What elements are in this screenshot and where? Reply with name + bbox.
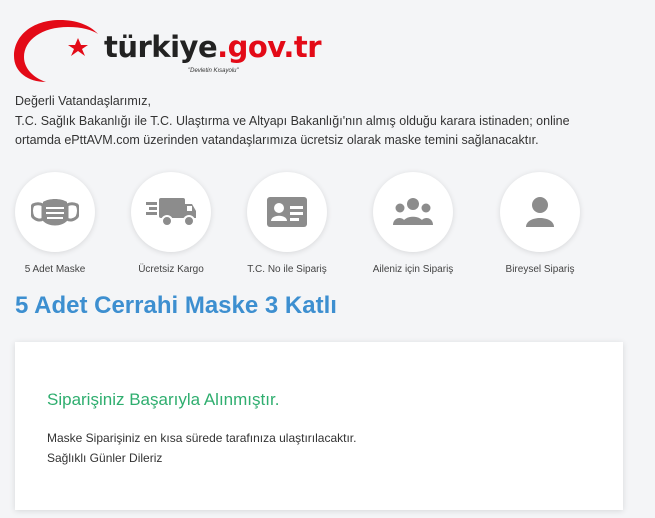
user-icon: [526, 197, 554, 227]
order-success-title: Siparişiniz Başarıyla Alınmıştır.: [47, 390, 280, 409]
crescent-star-logo-icon: [14, 20, 98, 82]
mask-icon: [31, 199, 79, 226]
intro-text: Değerli Vatandaşlarımız, T.C. Sağlık Bak…: [15, 92, 615, 151]
intro-greeting: Değerli Vatandaşlarımız,: [15, 94, 151, 108]
feature-mask-label[interactable]: 5 Adet Maske: [0, 264, 115, 275]
intro-line-2: ortamda ePttAVM.com üzerinden vatandaşla…: [15, 133, 539, 147]
order-success-message: Maske Siparişiniz en kısa sürede tarafın…: [47, 429, 356, 468]
logo-wordmark: türkiye.gov.tr: [104, 30, 322, 64]
feature-individual-order-circle[interactable]: [500, 172, 580, 252]
feature-mask[interactable]: 5 Adet Maske: [0, 172, 115, 275]
feature-family-order-circle[interactable]: [373, 172, 453, 252]
truck-icon: [146, 198, 196, 227]
feature-individual-order[interactable]: Bireysel Sipariş: [480, 172, 600, 275]
feature-family-order-label[interactable]: Aileniz için Sipariş: [353, 264, 473, 275]
feature-list: 5 Adet Maske Ücretsiz Kargo T.C. No ile …: [0, 172, 655, 282]
intro-line-1: T.C. Sağlık Bakanlığı ile T.C. Ulaştırma…: [15, 113, 570, 128]
logo-brand-gov: .gov.tr: [217, 30, 322, 64]
feature-mask-circle[interactable]: [15, 172, 95, 252]
feature-tc-order-circle[interactable]: [247, 172, 327, 252]
feature-tc-order-label[interactable]: T.C. No ile Sipariş: [227, 264, 347, 275]
order-message-line-1: Maske Siparişiniz en kısa sürede tarafın…: [47, 431, 357, 445]
logo-brand-main: türkiye: [104, 30, 218, 64]
turkiye-gov-logo[interactable]: türkiye.gov.tr "Devletin Kısayolu": [12, 14, 322, 86]
feature-free-shipping-circle[interactable]: [131, 172, 211, 252]
feature-family-order[interactable]: Aileniz için Sipariş: [353, 172, 473, 275]
order-result-card: Siparişiniz Başarıyla Alınmıştır. Maske …: [15, 342, 623, 510]
logo-slogan: "Devletin Kısayolu": [188, 68, 239, 74]
feature-free-shipping-label[interactable]: Ücretsiz Kargo: [111, 264, 231, 275]
feature-tc-order[interactable]: T.C. No ile Sipariş: [227, 172, 347, 275]
product-title: 5 Adet Cerrahi Maske 3 Katlı: [15, 292, 337, 319]
order-message-line-2: Sağlıklı Günler Dileriz: [47, 450, 163, 465]
feature-free-shipping[interactable]: Ücretsiz Kargo: [111, 172, 231, 275]
feature-individual-order-label[interactable]: Bireysel Sipariş: [480, 264, 600, 275]
family-icon: [393, 198, 433, 225]
id-card-icon: [267, 197, 307, 227]
